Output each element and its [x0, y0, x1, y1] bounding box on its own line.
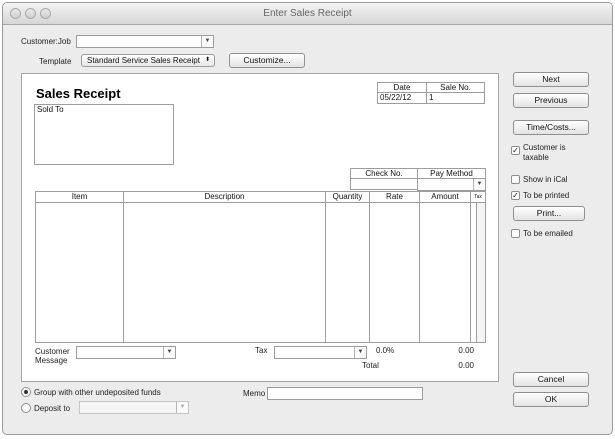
- column-header-amount: Amount: [420, 192, 471, 203]
- next-button[interactable]: Next: [513, 72, 589, 87]
- window-title: Enter Sales Receipt: [263, 8, 352, 19]
- checkmark-icon: ✓: [512, 146, 519, 155]
- to-be-emailed-checkbox[interactable]: [511, 229, 520, 238]
- date-field[interactable]: 05/22/12: [377, 92, 427, 104]
- customer-message-label: Customer Message: [35, 347, 70, 365]
- template-label: Template: [39, 57, 72, 66]
- memo-field[interactable]: [267, 387, 423, 400]
- customer-job-label: Customer:Job: [21, 37, 71, 46]
- column-header-quantity: Quantity: [326, 192, 370, 203]
- chevron-down-icon[interactable]: ▼: [354, 347, 366, 358]
- time-costs-button[interactable]: Time/Costs...: [513, 120, 589, 135]
- show-ical-option[interactable]: Show in iCal: [511, 174, 601, 185]
- chevron-down-icon[interactable]: ▼: [473, 179, 485, 190]
- customer-taxable-label: Customer is taxable: [523, 143, 566, 162]
- pay-method-value: [418, 180, 421, 189]
- template-popup[interactable]: Standard Service Sales Receipt ⬍: [81, 54, 215, 67]
- total-label: Total: [362, 361, 379, 370]
- tax-value: [275, 348, 278, 357]
- sold-to-field[interactable]: [34, 114, 174, 165]
- column-header-tax: Tax: [471, 192, 485, 203]
- deposit-to-radio[interactable]: [21, 403, 31, 413]
- to-be-printed-label: To be printed: [523, 191, 570, 200]
- chevron-down-icon[interactable]: ▼: [201, 36, 213, 47]
- ok-button[interactable]: OK: [513, 392, 589, 407]
- customer-message-value: [77, 348, 80, 357]
- deposit-to-option[interactable]: Deposit to: [21, 403, 81, 414]
- customer-job-combo[interactable]: ▼: [76, 35, 214, 48]
- chevron-down-icon[interactable]: ▼: [176, 402, 188, 413]
- amount-column[interactable]: [420, 203, 471, 342]
- to-be-printed-option[interactable]: ✓ To be printed: [511, 190, 601, 201]
- description-column[interactable]: [124, 203, 326, 342]
- customer-taxable-option[interactable]: ✓ Customer is taxable: [511, 143, 601, 165]
- cancel-button[interactable]: Cancel: [513, 372, 589, 387]
- tax-label: Tax: [255, 346, 268, 355]
- item-table: Item Description Quantity Rate Amount Ta…: [35, 191, 486, 343]
- show-ical-label: Show in iCal: [523, 175, 568, 184]
- to-be-printed-checkbox[interactable]: ✓: [511, 191, 520, 200]
- radio-selected-dot: [24, 390, 28, 394]
- group-undeposited-radio[interactable]: [21, 387, 31, 397]
- show-ical-checkbox[interactable]: [511, 175, 520, 184]
- deposit-to-value: [80, 403, 83, 412]
- column-header-item: Item: [36, 192, 124, 203]
- total-value: 0.00: [458, 361, 474, 370]
- deposit-to-label: Deposit to: [34, 404, 71, 413]
- checkmark-icon: ✓: [512, 191, 519, 200]
- item-column[interactable]: [36, 203, 124, 342]
- customer-message-combo[interactable]: ▼: [76, 346, 176, 359]
- memo-value: [268, 389, 271, 398]
- column-header-description: Description: [124, 192, 326, 203]
- deposit-to-combo[interactable]: ▼: [79, 401, 189, 414]
- tax-amount: 0.00: [458, 346, 474, 355]
- customer-job-value: [77, 37, 80, 46]
- sale-no-field[interactable]: 1: [426, 92, 485, 104]
- sales-receipt-window: Enter Sales Receipt Customer:Job ▼ Templ…: [2, 2, 613, 435]
- to-be-emailed-label: To be emailed: [523, 229, 573, 238]
- tax-combo[interactable]: ▼: [274, 346, 367, 359]
- previous-button[interactable]: Previous: [513, 93, 589, 108]
- memo-label: Memo: [243, 389, 266, 398]
- to-be-emailed-option[interactable]: To be emailed: [511, 228, 601, 239]
- table-scrollbar[interactable]: [477, 203, 485, 342]
- quantity-column[interactable]: [326, 203, 370, 342]
- rate-column[interactable]: [370, 203, 420, 342]
- chevron-down-icon[interactable]: ▼: [163, 347, 175, 358]
- updown-chevron-icon: ⬍: [204, 57, 210, 63]
- pay-method-combo[interactable]: ▼: [417, 178, 486, 191]
- group-undeposited-label: Group with other undeposited funds: [34, 388, 161, 397]
- print-button[interactable]: Print...: [513, 206, 585, 221]
- tax-rate: 0.0%: [376, 346, 395, 355]
- customize-button[interactable]: Customize...: [229, 53, 305, 68]
- template-value: Standard Service Sales Receipt: [87, 56, 200, 65]
- title-bar: Enter Sales Receipt: [3, 3, 612, 25]
- column-header-rate: Rate: [370, 192, 420, 203]
- sales-receipt-form: Sales Receipt Sold To Date Sale No. 05/2…: [21, 73, 499, 382]
- form-title: Sales Receipt: [36, 86, 121, 101]
- customer-taxable-checkbox[interactable]: ✓: [511, 146, 520, 155]
- group-undeposited-option[interactable]: Group with other undeposited funds: [21, 387, 191, 398]
- check-no-field[interactable]: [350, 178, 418, 190]
